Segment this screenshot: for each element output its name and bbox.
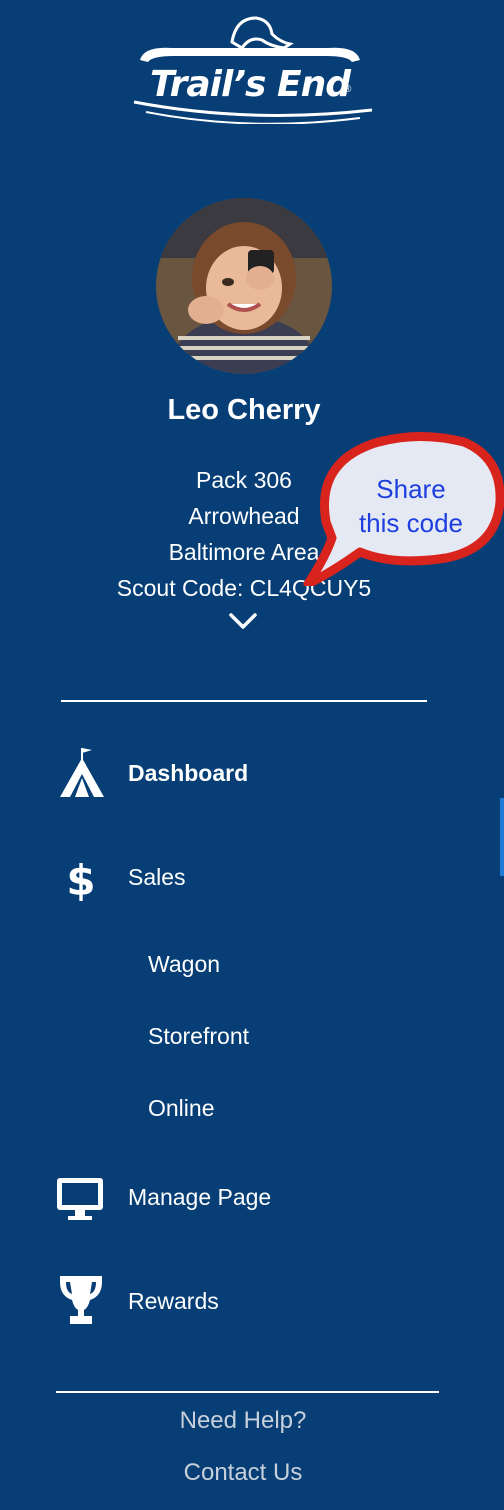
logo-wordmark: Trail’s End	[150, 64, 351, 105]
tent-icon	[56, 744, 106, 800]
callout-line-2: this code	[358, 508, 464, 538]
footer-divider	[56, 1391, 439, 1393]
scrollbar-tab[interactable]	[500, 798, 504, 876]
nav-manage-page-label: Manage Page	[128, 1184, 272, 1210]
nav-manage-page[interactable]: Manage Page	[56, 1168, 476, 1228]
nav-sales-storefront[interactable]: Storefront	[148, 1023, 249, 1050]
nav-sales-wagon[interactable]: Wagon	[148, 951, 220, 978]
nav-rewards-label: Rewards	[128, 1288, 219, 1314]
nav-dashboard[interactable]: Dashboard	[56, 744, 476, 804]
monitor-icon	[56, 1168, 106, 1224]
avatar	[156, 198, 332, 374]
nav-sales-online[interactable]: Online	[148, 1095, 214, 1122]
trophy-icon	[56, 1272, 106, 1328]
svg-text:$: $	[66, 856, 95, 904]
scout-photo-icon	[156, 198, 332, 374]
nav-dashboard-label: Dashboard	[128, 760, 249, 786]
nav-rewards[interactable]: Rewards	[56, 1272, 476, 1332]
dollar-icon: $	[56, 848, 106, 905]
nav-sales[interactable]: $ Sales	[56, 848, 476, 908]
callout-line-1: Share	[376, 474, 446, 504]
contact-us-link[interactable]: Contact Us	[0, 1459, 486, 1487]
nav-sales-label: Sales	[128, 864, 186, 890]
registered-mark: ®	[344, 84, 352, 95]
scout-name: Leo Cherry	[167, 394, 321, 426]
need-help-link[interactable]: Need Help?	[0, 1407, 486, 1435]
trails-end-logo[interactable]: Trail’s End ®	[120, 12, 380, 125]
profile-divider	[61, 700, 427, 702]
chevron-down-icon[interactable]	[228, 611, 258, 631]
